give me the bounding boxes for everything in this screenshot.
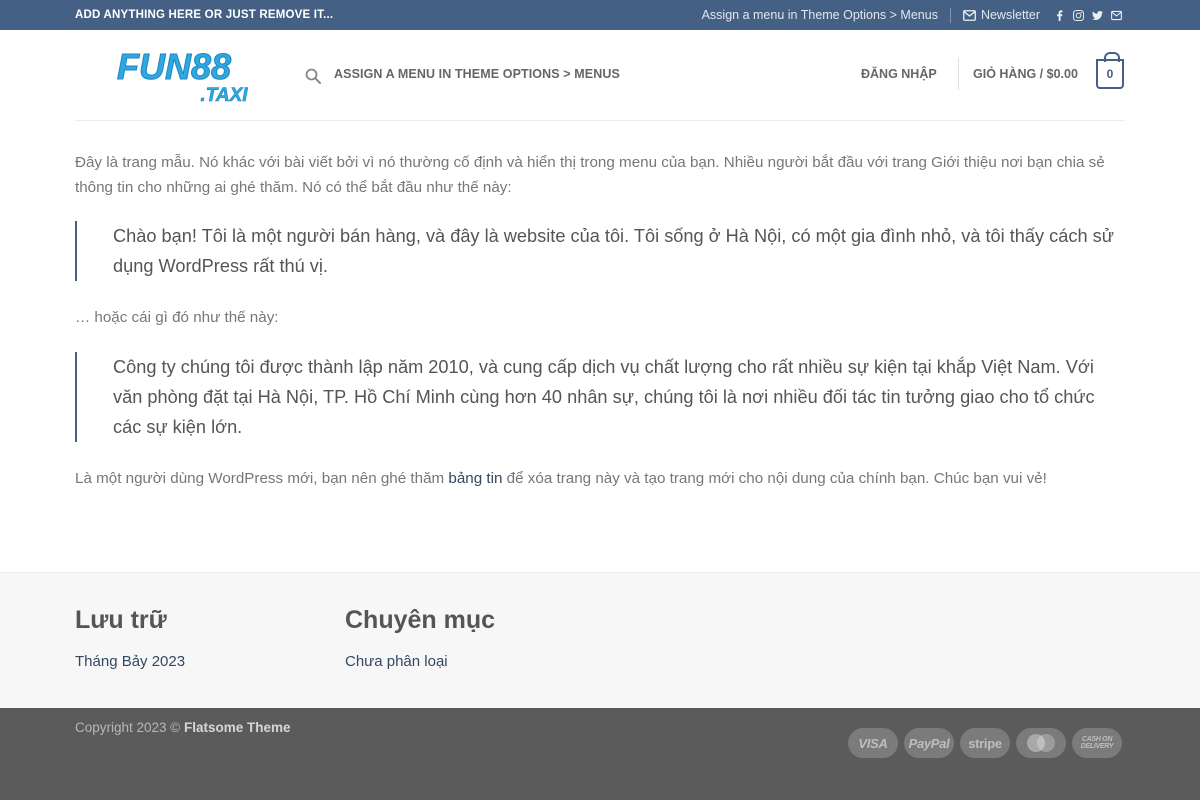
newsletter-link[interactable]: Newsletter [963,8,1040,22]
category-link[interactable]: Chưa phân loại [345,653,495,670]
instagram-icon[interactable] [1073,9,1084,21]
visa-icon: VISA [848,728,898,758]
paypal-icon: PayPal [904,728,954,758]
closing-text-before: Là một người dùng WordPress mới, bạn nên… [75,470,449,487]
cart-price: $0.00 [1046,67,1078,81]
archive-link[interactable]: Tháng Bảy 2023 [75,653,185,670]
newsletter-label: Newsletter [980,8,1040,22]
categories-title: Chuyên mục [345,606,496,634]
twitter-icon[interactable] [1092,10,1103,21]
top-bar: ADD ANYTHING HERE OR JUST REMOVE IT... A… [0,0,1200,30]
top-bar-divider [949,7,951,23]
logo-sub-text: .TAXI [200,85,248,103]
cash-on-delivery-icon: CASH ON DELIVERY [1072,728,1122,758]
intro-paragraph: Đây là trang mẫu. Nó khác với bài viết b… [75,154,1105,196]
or-paragraph: … hoặc cái gì đó như thế này: [75,309,279,326]
quote-2: Công ty chúng tôi được thành lập năm 201… [75,352,1115,442]
quote-1: Chào bạn! Tôi là một người bán hàng, và … [75,221,1115,281]
site-header: FUN88 .TAXI ASSIGN A MENU IN THEME OPTIO… [0,30,1200,120]
search-icon[interactable] [305,68,321,84]
top-menu-hint-link[interactable]: Assign a menu in Theme Options > Menus [702,8,938,22]
email-icon[interactable] [1111,10,1122,21]
cart-link[interactable]: GIỎ HÀNG / $0.00 [973,67,1078,81]
top-bar-right: Assign a menu in Theme Options > Menus N… [702,0,1122,30]
copyright-prefix: Copyright 2023 © [75,720,181,735]
payment-icons: VISA PayPal stripe CASH ON DELIVERY [848,728,1122,758]
stripe-icon: stripe [960,728,1010,758]
closing-text-after: để xóa trang này và tạo trang mới cho nộ… [502,470,1047,487]
theme-link[interactable]: Flatsome Theme [184,720,291,735]
top-bar-text: ADD ANYTHING HERE OR JUST REMOVE IT... [75,9,334,21]
footer-widgets: Lưu trữ Tháng Bảy 2023 Chuyên mục Chưa p… [0,572,1200,708]
main-menu-link[interactable]: ASSIGN A MENU IN THEME OPTIONS > MENUS [334,67,620,81]
categories-widget: Chuyên mục Chưa phân loại [345,603,495,670]
social-icons [1054,9,1122,21]
site-footer: Copyright 2023 © Flatsome Theme VISA Pay… [0,708,1200,800]
header-divider-line [75,120,1125,121]
site-logo[interactable]: FUN88 .TAXI [90,47,258,103]
cart-label: GIỎ HÀNG / [973,67,1044,81]
header-divider [958,58,959,90]
envelope-icon [963,9,976,21]
archives-title: Lưu trữ [75,606,167,634]
archives-widget: Lưu trữ Tháng Bảy 2023 [75,603,185,670]
copyright-text: Copyright 2023 © Flatsome Theme [75,720,291,735]
dashboard-link[interactable]: bảng tin [448,470,502,487]
logo-main-text: FUN88 [117,47,231,87]
login-link[interactable]: ĐĂNG NHẬP [861,67,937,81]
closing-paragraph: Là một người dùng WordPress mới, bạn nên… [75,466,1047,491]
mastercard-icon [1016,728,1066,758]
cart-count-icon[interactable]: 0 [1096,52,1124,89]
mastercard-logo [1027,734,1055,752]
facebook-icon[interactable] [1054,9,1065,21]
